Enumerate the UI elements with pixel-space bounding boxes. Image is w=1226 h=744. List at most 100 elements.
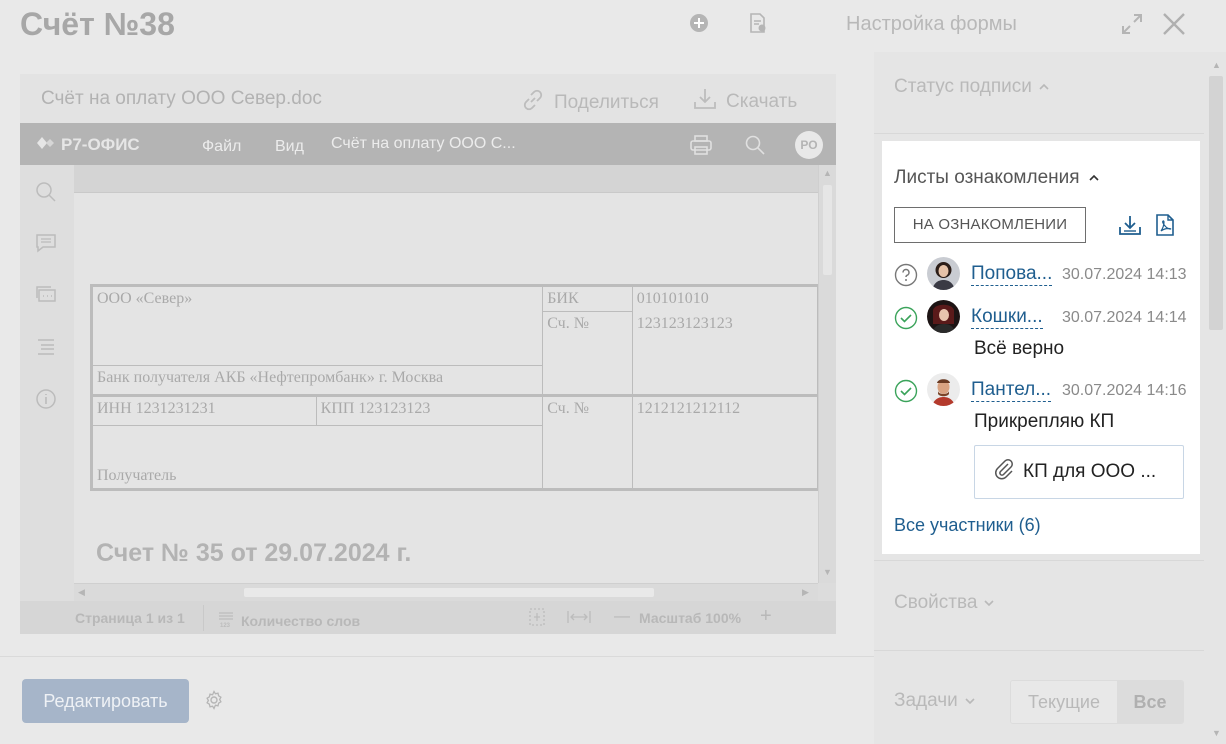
attachment-button[interactable]: КП для ООО ... (974, 445, 1184, 499)
scroll-down-icon[interactable]: ▼ (823, 567, 832, 577)
review-lists-toggle[interactable]: Листы ознакомления (894, 167, 1100, 189)
org-cell: ООО «Север» (89, 284, 544, 366)
inn-cell: ИНН 1231231231 (90, 394, 317, 426)
editor-toolbar: Р7-ОФИС Файл Вид Счёт на оплату ООО С...… (20, 123, 836, 165)
plus-circle-icon[interactable] (688, 12, 710, 34)
chevron-up-icon (1088, 167, 1100, 189)
scroll-down-icon[interactable]: ▼ (1212, 728, 1221, 738)
check-circle-icon (894, 379, 918, 408)
comment-icon[interactable] (35, 232, 57, 259)
participant-name[interactable]: Пантел... (971, 379, 1052, 402)
share-label: Поделиться (554, 92, 659, 113)
print-icon[interactable] (689, 134, 713, 161)
fit-width-icon[interactable] (566, 609, 592, 625)
svg-text:123: 123 (220, 623, 231, 628)
tasks-toggle[interactable]: Задачи (894, 690, 976, 712)
horizontal-scrollbar[interactable]: ◀ ▶ (74, 583, 818, 601)
scroll-thumb[interactable] (244, 588, 654, 597)
maximize-icon[interactable] (1120, 12, 1144, 41)
pdf-icon[interactable] (1155, 213, 1175, 242)
download-label: Скачать (726, 91, 798, 112)
review-lists-card: Листы ознакомления НА ОЗНАКОМЛЕНИИ Попов… (882, 141, 1200, 554)
divider (0, 656, 874, 657)
editor-user-avatar[interactable]: РО (795, 131, 823, 159)
signature-status-toggle[interactable]: Статус подписи (894, 76, 1050, 98)
edit-button[interactable]: Редактировать (22, 679, 189, 723)
bank-details-table: ООО «Север» БИК 010101010 Сч. № 12312312… (89, 284, 818, 491)
chevron-down-icon (964, 690, 976, 712)
download-icon[interactable] (1117, 213, 1143, 244)
chevron-up-icon (1038, 76, 1050, 98)
acc2-value: 1212121212112 (631, 394, 818, 491)
paperclip-icon (993, 458, 1015, 486)
review-status-button[interactable]: НА ОЗНАКОМЛЕНИИ (894, 207, 1086, 243)
zoom-out-button[interactable]: — (614, 608, 630, 626)
zoom-in-button[interactable]: + (760, 605, 772, 628)
tab-all[interactable]: Все (1117, 681, 1183, 723)
all-participants-link[interactable]: Все участники (6) (894, 515, 1041, 536)
file-name: Счёт на оплату ООО Север.doc (41, 88, 322, 109)
avatar[interactable] (927, 257, 960, 290)
editor-left-sidebar (20, 165, 74, 601)
scroll-thumb[interactable] (823, 185, 832, 275)
properties-toggle[interactable]: Свойства (894, 592, 995, 614)
file-bar: Счёт на оплату ООО Север.doc Поделиться … (20, 74, 836, 123)
bank-cell: Банк получателя АКБ «Нефтепромбанк» г. М… (89, 365, 544, 396)
chevron-down-icon (983, 592, 995, 614)
tab-current[interactable]: Текущие (1011, 681, 1117, 723)
document-page: ООО «Север» БИК 010101010 Сч. № 12312312… (74, 193, 818, 583)
kpp-cell: КПП 123123123 (315, 394, 544, 426)
search-icon[interactable] (35, 181, 57, 208)
divider (874, 133, 1204, 134)
close-icon[interactable] (1160, 10, 1188, 43)
page-title: Счёт №38 (20, 6, 175, 42)
recipient-cell: Получатель (89, 425, 544, 491)
question-icon (894, 263, 918, 292)
divider (874, 650, 1204, 651)
download-button[interactable]: Скачать (692, 86, 797, 118)
word-count-icon: 123 (217, 610, 235, 631)
editor-logo: Р7-ОФИС (36, 135, 140, 155)
link-icon (520, 87, 546, 119)
chat-icon[interactable] (35, 284, 57, 311)
editor-statusbar: Страница 1 из 1 123 Количество слов — Ма… (20, 601, 836, 634)
gear-icon[interactable] (204, 690, 224, 715)
review-comment: Всё верно (974, 338, 1065, 359)
scroll-up-icon[interactable]: ▲ (1212, 60, 1221, 70)
ruler (74, 165, 818, 193)
panel-scroll-thumb[interactable] (1209, 76, 1223, 330)
avatar[interactable] (927, 373, 960, 406)
acc-value: 123123123123 (631, 311, 818, 396)
document-viewer: Счёт на оплату ООО Север.doc Поделиться … (20, 74, 836, 634)
fit-page-icon[interactable] (528, 607, 546, 627)
divider (203, 605, 204, 631)
download-icon (692, 86, 718, 118)
avatar[interactable] (927, 300, 960, 333)
info-icon[interactable] (35, 388, 57, 415)
review-date: 30.07.2024 14:14 (1062, 309, 1187, 326)
acc-label: Сч. № (542, 311, 633, 396)
modal-header: Счёт №38 Настройка формы (0, 0, 1226, 52)
editor-doc-title: Счёт на оплату ООО С... (331, 135, 516, 152)
vertical-scrollbar[interactable]: ▲ ▼ (818, 165, 836, 583)
divider (874, 560, 1204, 561)
word-count-button[interactable]: 123 Количество слов (217, 610, 360, 631)
bik-value: 010101010 (631, 284, 818, 312)
scroll-left-icon[interactable]: ◀ (78, 587, 85, 598)
acc2-label: Сч. № (542, 394, 633, 491)
participant-name[interactable]: Попова... (971, 263, 1053, 286)
menu-view[interactable]: Вид (275, 138, 304, 156)
scroll-up-icon[interactable]: ▲ (823, 168, 832, 178)
menu-file[interactable]: Файл (202, 138, 241, 156)
participant-name[interactable]: Кошки... (971, 306, 1043, 329)
navigation-icon[interactable] (35, 336, 57, 363)
invoice-title: Счет № 35 от 29.07.2024 г. (96, 539, 412, 567)
review-date: 30.07.2024 14:16 (1062, 382, 1187, 399)
check-circle-icon (894, 306, 918, 335)
doc-settings-icon[interactable] (747, 12, 769, 34)
form-setup-link[interactable]: Настройка формы (846, 13, 1017, 36)
share-button[interactable]: Поделиться (520, 87, 659, 119)
bik-label: БИК (542, 284, 633, 312)
scroll-right-icon[interactable]: ▶ (802, 587, 809, 598)
search-icon[interactable] (744, 134, 766, 161)
